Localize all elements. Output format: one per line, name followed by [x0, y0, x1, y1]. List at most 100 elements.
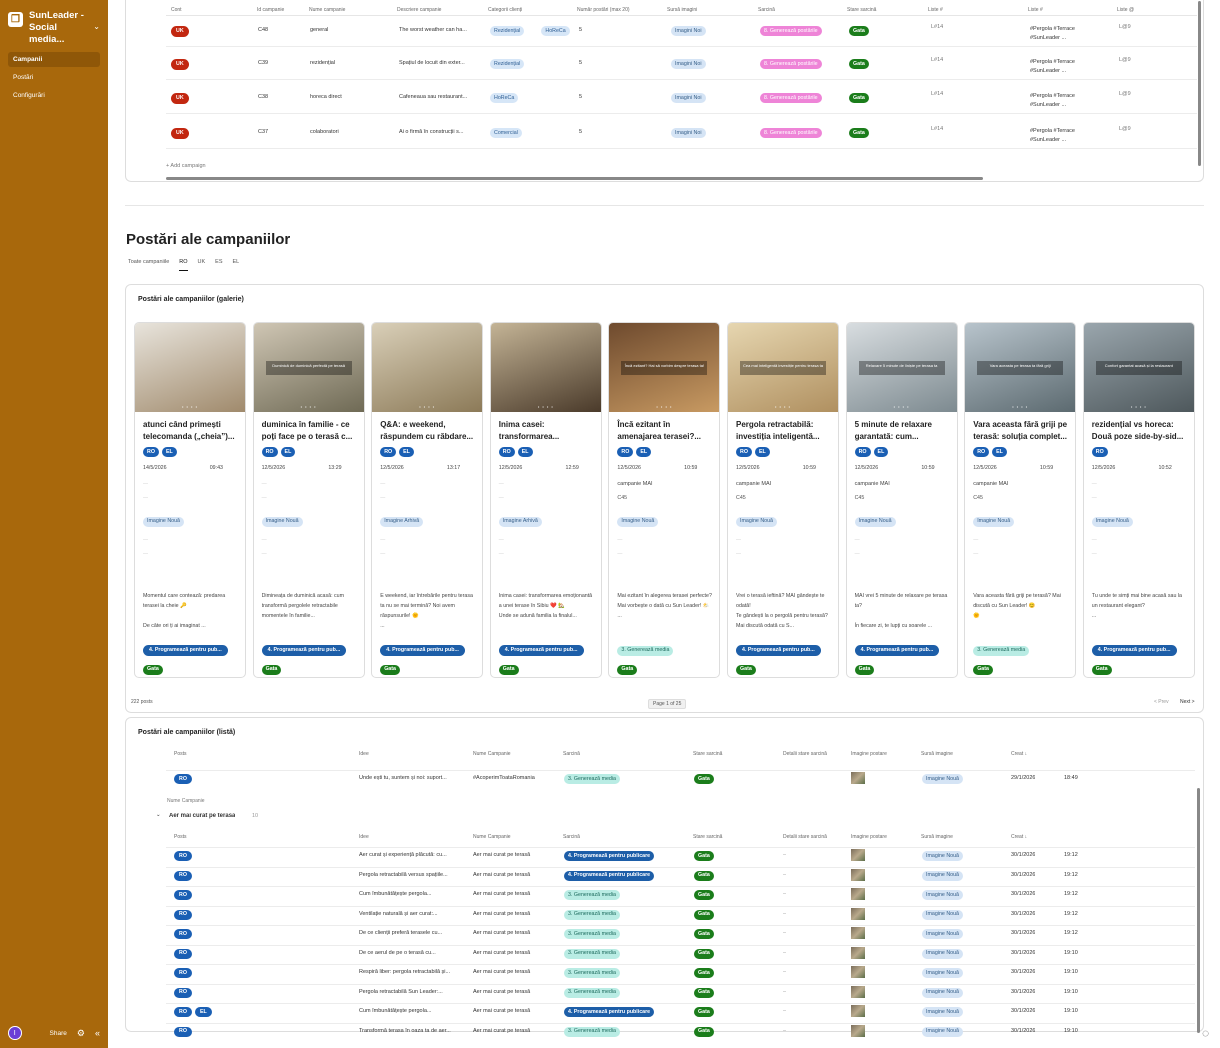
column-header[interactable]: Sursă imagine	[921, 751, 953, 757]
column-header[interactable]: Sarcină	[758, 7, 775, 13]
post-card[interactable]: • • • • Inima casei: transformarea... RO EL…	[489, 322, 602, 678]
account-badge: UK	[171, 93, 189, 104]
created-date: 30/1/2026	[1011, 1008, 1036, 1014]
next-page-button[interactable]: Next >	[1180, 699, 1195, 705]
column-header[interactable]: Număr postări (max 20)	[577, 7, 630, 13]
column-header[interactable]: Creat ↓	[1011, 834, 1027, 840]
post-image-thumbnail[interactable]	[851, 927, 865, 939]
carousel-dots-icon[interactable]: • • • •	[419, 404, 435, 409]
post-image-thumbnail[interactable]	[851, 868, 865, 881]
column-header[interactable]: Cont	[171, 7, 182, 13]
post-card[interactable]: Duminică de duminică perfectă pe terasă •…	[252, 322, 365, 678]
post-image-thumbnail[interactable]	[851, 985, 865, 998]
carousel-dots-icon[interactable]: • • • •	[775, 404, 791, 409]
post-time: 10:59	[1039, 465, 1054, 471]
post-time: 13:29	[328, 465, 342, 471]
group-toggle-icon[interactable]: ⌄	[156, 812, 161, 818]
carousel-dots-icon[interactable]: • • • •	[656, 404, 672, 409]
column-header[interactable]: Liste #	[1028, 7, 1043, 13]
post-card[interactable]: Cea mai inteligentă investiție pentru te…	[727, 322, 839, 678]
column-header[interactable]: Descriere campanie	[397, 7, 441, 13]
post-image-thumbnail[interactable]	[851, 907, 865, 920]
post-image-thumbnail[interactable]	[851, 772, 865, 784]
column-header[interactable]: Posts	[174, 751, 187, 757]
post-card[interactable]: • • • • Q&A: e weekend, răspundem cu răbd…	[371, 322, 484, 678]
carousel-dots-icon[interactable]: • • • •	[182, 404, 198, 409]
tab-all[interactable]: Toate campaniile	[128, 257, 169, 271]
post-time: 10:59	[802, 465, 816, 471]
share-button[interactable]: Share	[50, 1030, 67, 1037]
column-header[interactable]: Imagine postare	[851, 834, 887, 840]
carousel-dots-icon[interactable]: • • • •	[1012, 404, 1028, 409]
column-header[interactable]: Stare sarcină	[693, 751, 722, 757]
empty-field: —	[261, 481, 267, 487]
campaign-name: horeca direct	[310, 94, 342, 100]
sidebar-item-postari[interactable]: Postări	[8, 70, 100, 85]
post-card[interactable]: Confort garantat acasă și la restaurant •…	[1082, 322, 1195, 678]
sidebar-item-campanii[interactable]: Campanii	[8, 52, 100, 67]
post-card[interactable]: • • • • atunci când primești telecomanda …	[134, 322, 246, 678]
column-header[interactable]: Sursă imagine	[921, 834, 953, 840]
post-count: 5	[579, 27, 583, 33]
vertical-scrollbar[interactable]	[1198, 1, 1201, 166]
task-tag: 3. Generează media	[564, 948, 620, 959]
column-header[interactable]: Id campanie	[257, 7, 284, 13]
avatar[interactable]: I	[8, 1026, 22, 1040]
column-header[interactable]: Categorii clienți	[488, 7, 522, 13]
column-header[interactable]: Liste @	[1117, 7, 1134, 13]
column-header[interactable]: Sarcină	[563, 751, 580, 757]
column-header[interactable]: Stare sarcină	[693, 834, 722, 840]
category-tag: Comercial	[490, 128, 522, 138]
column-header[interactable]: Nume Campanie	[473, 834, 511, 840]
tab-uk[interactable]: UK	[198, 257, 206, 271]
image-source-tag: Imagine Nouă	[922, 948, 963, 959]
post-image-thumbnail[interactable]	[851, 888, 865, 900]
column-header[interactable]: Idee	[359, 834, 369, 840]
post-image-thumbnail[interactable]	[851, 1024, 865, 1037]
carousel-dots-icon[interactable]: • • • •	[1131, 404, 1147, 409]
column-header[interactable]: Nume campanie	[309, 7, 345, 13]
column-header[interactable]: Imagine postare	[851, 751, 887, 757]
column-header[interactable]: Sarcină	[563, 834, 580, 840]
post-image-thumbnail[interactable]	[851, 849, 865, 861]
list-vertical-scrollbar[interactable]	[1197, 788, 1200, 1033]
task-detail: –	[783, 1027, 787, 1034]
column-header[interactable]: Sursă imagini	[667, 7, 697, 13]
collapse-sidebar-icon[interactable]: «	[95, 1028, 100, 1038]
post-image-thumbnail[interactable]	[851, 1005, 865, 1017]
column-header[interactable]: Stare sarcină	[847, 7, 876, 13]
tab-el[interactable]: EL	[233, 257, 240, 271]
post-image-thumbnail[interactable]	[851, 946, 865, 959]
column-header[interactable]: Detalii stare sarcină	[783, 751, 827, 757]
settings-icon[interactable]: ⚙	[77, 1028, 85, 1039]
campaign-name: Aer mai curat pe terasă	[473, 910, 531, 917]
tab-ro[interactable]: RO	[179, 257, 188, 271]
post-card[interactable]: Vara aceasta pe terasa ta fără griji • • …	[964, 322, 1077, 678]
campaign-id: C37	[258, 129, 269, 135]
carousel-dots-icon[interactable]: • • • •	[894, 404, 910, 409]
post-image-thumbnail[interactable]	[851, 966, 865, 978]
carousel-dots-icon[interactable]: • • • •	[301, 404, 317, 409]
column-header[interactable]: Liste #	[928, 7, 943, 13]
post-date: 12/5/2026	[736, 465, 760, 471]
post-card[interactable]: Relaxare 5 minute de liniște pe terasa t…	[845, 322, 958, 678]
empty-field: —	[261, 551, 267, 557]
post-card[interactable]: Încă ezitant? Hai să vorbim despre teras…	[608, 322, 721, 678]
column-header[interactable]: Posts	[174, 834, 187, 840]
chevron-down-icon[interactable]: ⌄	[93, 22, 100, 31]
column-header[interactable]: Detalii stare sarcină	[783, 834, 827, 840]
horizontal-scrollbar[interactable]	[166, 177, 983, 180]
workspace-header[interactable]: ❐ SunLeader - Social media... ⌄	[0, 0, 108, 46]
post-image: Relaxare 5 minute de liniște pe terasa t…	[846, 323, 957, 412]
column-header[interactable]: Nume Campanie	[473, 751, 511, 757]
sidebar-item-configurari[interactable]: Configurări	[8, 88, 100, 103]
carousel-dots-icon[interactable]: • • • •	[538, 404, 554, 409]
prev-page-button[interactable]: < Prev	[1154, 699, 1169, 705]
tab-es[interactable]: ES	[215, 257, 222, 271]
state-tag: Gata	[498, 664, 519, 675]
state-tag: Gata	[694, 948, 714, 959]
column-header[interactable]: Creat ↓	[1011, 751, 1027, 757]
column-header[interactable]: Idee	[359, 751, 369, 757]
add-campaign-button[interactable]: + Add campaign	[166, 163, 206, 169]
campaign-id: C39	[258, 60, 269, 66]
